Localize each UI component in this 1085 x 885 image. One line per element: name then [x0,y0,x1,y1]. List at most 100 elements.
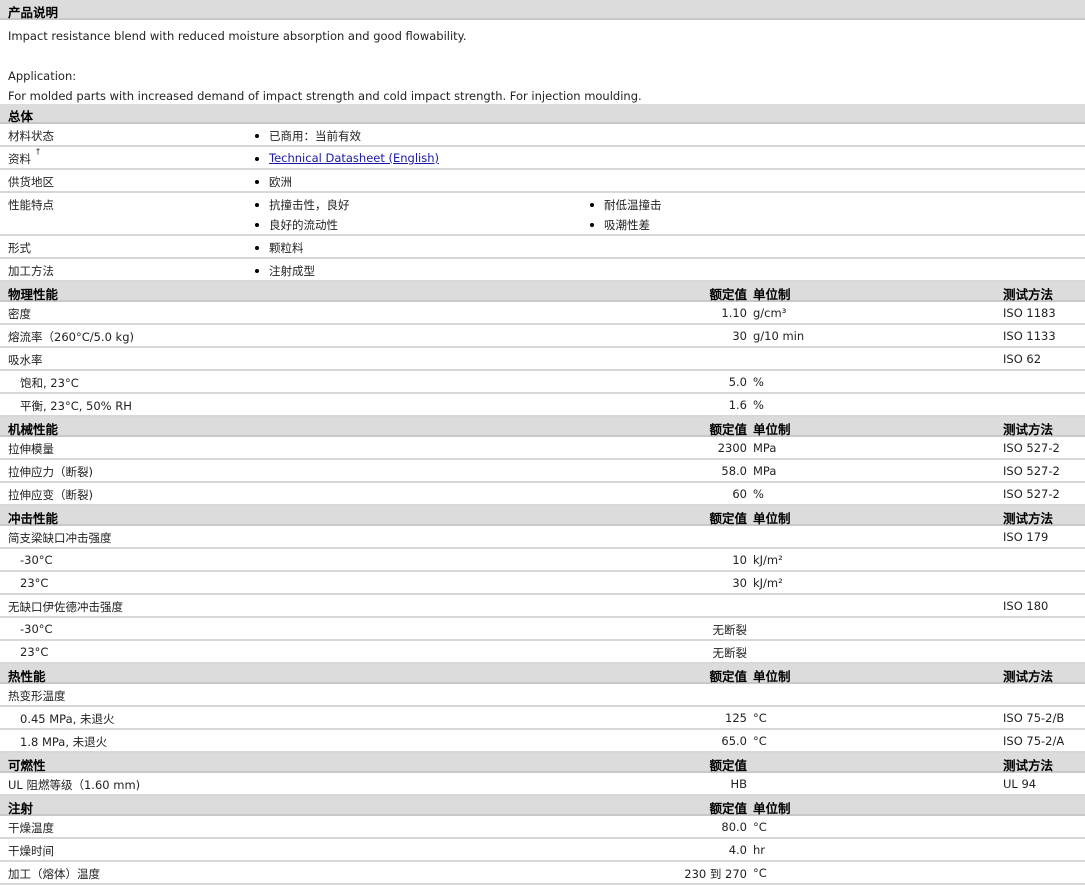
property-row: 平衡, 23°C, 50% RH 1.6% [0,394,1085,417]
test-method: ISO 75-2/A [1003,734,1065,748]
row-label: 加工方法 [8,264,54,278]
property-label: 1.8 MPa, 未退火 [20,735,108,749]
property-row: 23°C 无断裂 [0,641,1085,664]
property-row: 加工（熔体）温度 230 到 270 °C [0,862,1085,885]
section-header: 热性能 额定值 单位制 测试方法 [0,664,1085,684]
property-unit: kJ/m² [753,553,783,567]
header-test-method: 测试方法 [1003,758,1054,773]
bullet-item: 良好的流动性 [255,217,338,233]
bullet-item: 抗撞击性，良好 [255,197,350,213]
test-method: ISO 527-2 [1003,487,1060,501]
property-label: 干燥时间 [8,844,54,858]
description-text: Impact resistance blend with reduced moi… [8,29,467,43]
property-value: 58.0 [721,464,747,478]
section-title: 产品说明 [8,5,59,20]
section-header: 注射 额定值 单位制 [0,796,1085,816]
property-unit: hr [753,843,766,857]
header-test-method: 测试方法 [1003,669,1054,684]
property-row: -30°C 10 kJ/m² [0,549,1085,572]
test-method: ISO 527-2 [1003,464,1060,478]
row-label: 性能特点 [8,198,54,212]
property-row: 干燥温度 80.0 °C [0,816,1085,839]
property-value: 80.0 [721,820,747,834]
property-value: 2300 [717,441,747,455]
property-value: HB [730,777,747,791]
bullet-item: 吸潮性差 [590,217,650,233]
header-nominal-value: 额定值 [709,511,747,526]
property-row: -30°C 无断裂 [0,618,1085,641]
property-row: 饱和, 23°C 5.0% [0,371,1085,394]
header-unit: 单位制 [753,669,791,684]
application-label: Application: [8,69,77,83]
header-test-method: 测试方法 [1003,287,1054,302]
property-label: 热变形温度 [8,689,66,703]
property-label: 加工（熔体）温度 [8,867,100,881]
section-title: 总体 [8,109,34,124]
section-title: 注射 [8,801,34,816]
property-label: 拉伸模量 [8,442,54,456]
property-label: 23°C [20,576,49,590]
dagger-mark: † [36,147,40,156]
property-row: 23°C 30 kJ/m² [0,572,1085,595]
datasheet-link[interactable]: Technical Datasheet (English) [269,151,439,165]
header-nominal-value: 额定值 [709,801,747,816]
property-unit: °C [753,711,767,725]
property-row: 密度 1.10 g/cm³ ISO 1183 [0,302,1085,325]
header-test-method: 测试方法 [1003,422,1054,437]
property-unit: g/10 min [753,329,805,343]
test-method: ISO 1133 [1003,329,1056,343]
property-label: 吸水率 [8,353,43,367]
property-unit: °C [753,734,767,748]
section-title: 机械性能 [8,422,59,437]
property-value: 230 到 270 [684,867,747,881]
property-label: 密度 [8,307,31,321]
section-header: 机械性能 额定值 单位制 测试方法 [0,417,1085,437]
property-label: UL 阻燃等级（1.60 mm) [8,778,141,792]
general-row: 性能特点 抗撞击性，良好 良好的流动性 耐低温撞击吸潮性差 [0,193,1085,236]
property-row: 拉伸应力（断裂) 58.0 MPa ISO 527-2 [0,460,1085,483]
property-value: 10 [732,553,747,567]
property-row: 热变形温度 [0,684,1085,707]
section-header: 物理性能 额定值 单位制 测试方法 [0,282,1085,302]
application-text: For molded parts with increased demand o… [8,89,642,103]
property-value: 65.0 [721,734,747,748]
property-value: 无断裂 [712,646,748,660]
property-label: 拉伸应变（断裂) [8,488,93,502]
property-row: 0.45 MPa, 未退火 125 °C ISO 75-2/B [0,707,1085,730]
property-unit: % [753,398,764,412]
property-label: 无缺口伊佐德冲击强度 [8,600,123,614]
general-row: 供货地区 欧洲 [0,170,1085,193]
general-row: 资料 † Technical Datasheet (English) [0,147,1085,170]
bullet-item: 颗粒料 [255,240,304,256]
property-unit: °C [753,866,767,880]
bullet-item: Technical Datasheet (English) [255,151,439,165]
general-row: 加工方法 注射成型 [0,259,1085,282]
row-label: 供货地区 [8,175,54,189]
test-method: ISO 180 [1003,599,1049,613]
header-nominal-value: 额定值 [709,287,747,302]
property-label: 干燥温度 [8,821,54,835]
property-row: 熔流率（260°C/5.0 kg) 30 g/10 min ISO 1133 [0,325,1085,348]
section-header-general: 总体 [0,104,1085,124]
bullet-item: 注射成型 [255,263,315,279]
header-nominal-value: 额定值 [709,758,747,773]
property-unit: MPa [753,441,777,455]
property-value: 30 [732,329,747,343]
property-label: 熔流率（260°C/5.0 kg) [8,330,134,344]
test-method: ISO 1183 [1003,306,1056,320]
property-value: 1.10 [721,306,747,320]
section-header: 可燃性 额定值 测试方法 [0,753,1085,773]
bullet-item: 耐低温撞击 [590,197,662,213]
property-label: -30°C [20,622,53,636]
test-method: ISO 62 [1003,352,1042,366]
property-unit: MPa [753,464,777,478]
property-unit: g/cm³ [753,306,787,320]
property-row: 1.8 MPa, 未退火 65.0 °C ISO 75-2/A [0,730,1085,753]
section-title: 可燃性 [8,758,46,773]
property-row: 拉伸应变（断裂) 60% ISO 527-2 [0,483,1085,506]
property-row: 吸水率 ISO 62 [0,348,1085,371]
general-row: 材料状态 已商用：当前有效 [0,124,1085,147]
row-label: 材料状态 [8,129,54,143]
section-title: 物理性能 [8,287,59,302]
general-row: 形式 颗粒料 [0,236,1085,259]
